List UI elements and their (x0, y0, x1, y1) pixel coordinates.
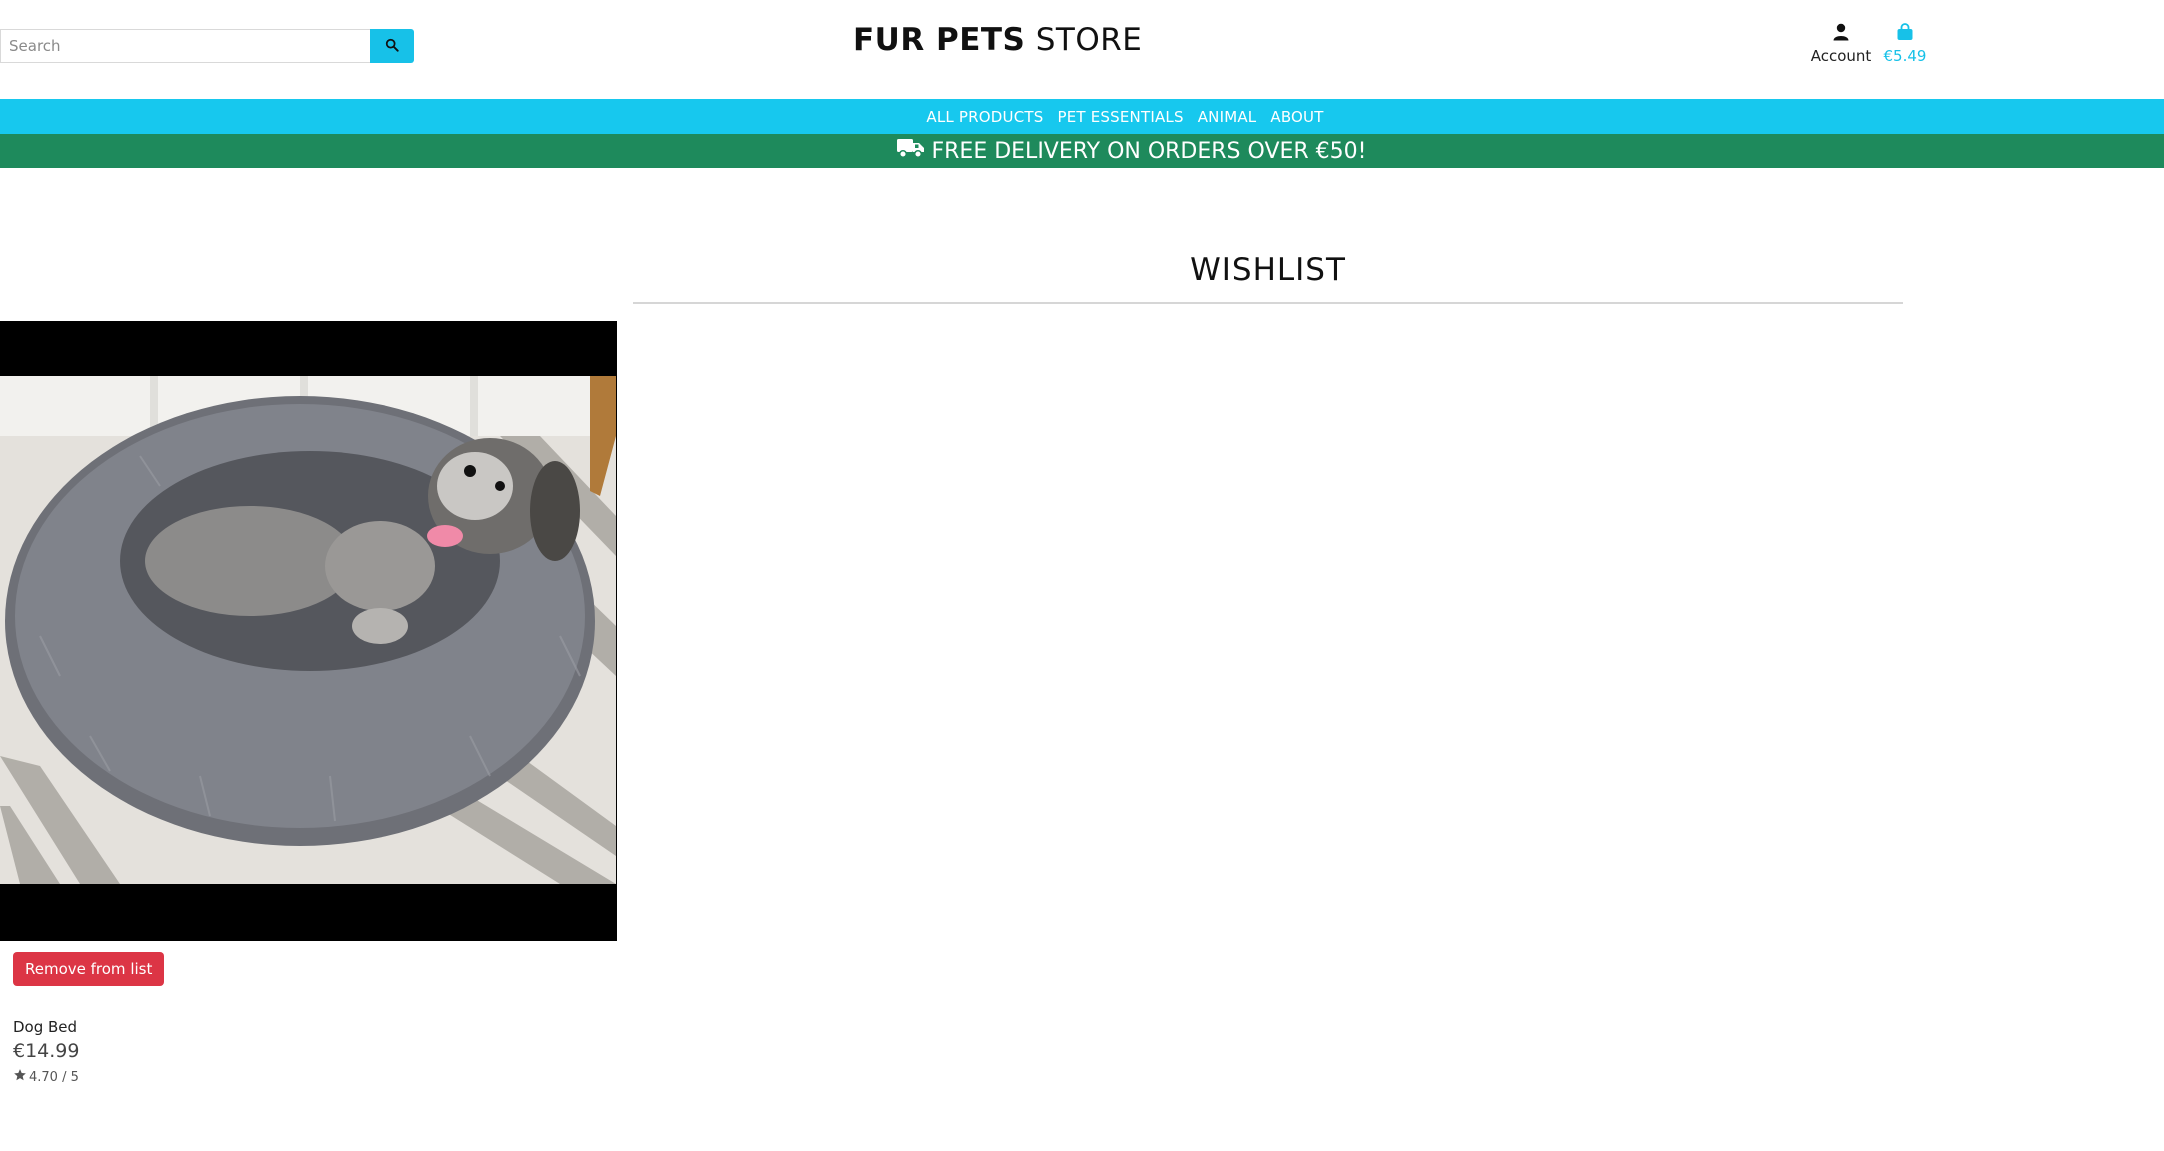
page-heading: WISHLIST (633, 252, 1903, 304)
dog-bed-photo (0, 376, 616, 884)
bag-total: €5.49 (1883, 47, 1927, 65)
product-name[interactable]: Dog Bed (13, 1018, 77, 1036)
free-delivery-banner: FREE DELIVERY ON ORDERS OVER €50! (0, 134, 2164, 168)
wishlist-item: Remove from list Dog Bed €14.99 4.70 / 5 (0, 321, 617, 1085)
title-divider (633, 302, 1903, 304)
search-icon (385, 38, 399, 55)
account-label: Account (1810, 47, 1872, 65)
search-input[interactable] (0, 29, 370, 63)
main-nav: ALL PRODUCTS PET ESSENTIALS ANIMAL ABOUT (0, 99, 2164, 134)
brand-name-bold: FUR PETS (853, 22, 1026, 58)
product-image[interactable] (0, 321, 617, 941)
shopping-bag-icon (1896, 23, 1914, 43)
product-price: €14.99 (13, 1040, 80, 1062)
truck-icon (897, 137, 925, 165)
free-delivery-text: FREE DELIVERY ON ORDERS OVER €50! (931, 138, 1367, 164)
search-button[interactable] (370, 29, 414, 63)
nav-all-products[interactable]: ALL PRODUCTS (926, 108, 1043, 126)
brand-logo[interactable]: FUR PETS STORE (853, 22, 1142, 58)
brand-name-light: STORE (1035, 22, 1143, 58)
nav-animal[interactable]: ANIMAL (1198, 108, 1257, 126)
rating-value: 4.70 / 5 (29, 1069, 79, 1085)
remove-from-list-button[interactable]: Remove from list (13, 952, 165, 986)
shopping-bag-link[interactable]: €5.49 (1882, 23, 1928, 65)
page-title: WISHLIST (1190, 252, 1346, 288)
product-rating: 4.70 / 5 (13, 1068, 79, 1086)
account-link[interactable]: Account (1810, 23, 1872, 65)
nav-pet-essentials[interactable]: PET ESSENTIALS (1057, 108, 1183, 126)
star-icon (13, 1068, 27, 1086)
nav-about[interactable]: ABOUT (1270, 108, 1323, 126)
user-icon (1833, 23, 1849, 43)
search-form (0, 29, 414, 63)
site-header: FUR PETS STORE Account €5.49 (0, 0, 2164, 99)
